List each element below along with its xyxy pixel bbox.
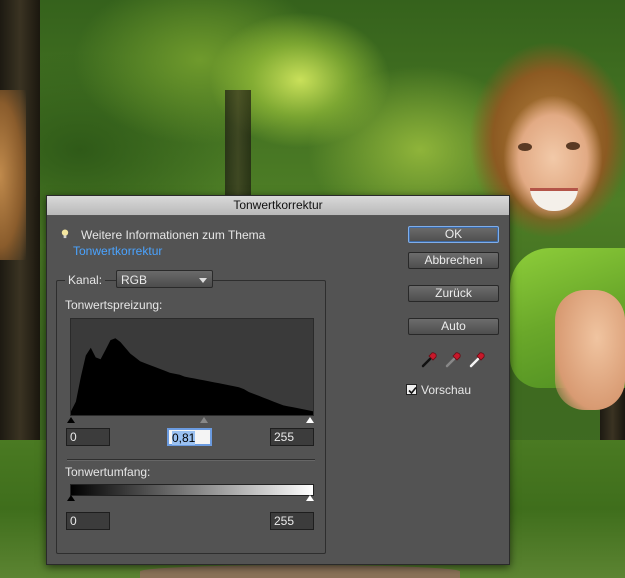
path <box>140 565 460 578</box>
checkmark-icon <box>408 386 417 395</box>
lightbulb-icon <box>61 229 69 239</box>
child-hair-left <box>0 90 26 260</box>
input-white-slider[interactable] <box>306 417 314 423</box>
output-black-slider[interactable] <box>67 495 75 501</box>
gray-eyedropper-icon[interactable] <box>444 351 462 369</box>
histogram <box>70 318 314 416</box>
channel-select-value: RGB <box>121 273 148 287</box>
tree-trunk-center <box>225 90 251 210</box>
chevron-down-icon <box>199 278 207 283</box>
output-white-field[interactable]: 255 <box>270 512 314 530</box>
preview-label[interactable]: Vorschau <box>421 383 471 397</box>
output-white-slider[interactable] <box>306 495 314 501</box>
input-gamma-value: 0,81 <box>172 431 196 445</box>
channel-label: Kanal: <box>65 273 106 287</box>
histogram-area <box>71 338 313 415</box>
levels-group: Kanal: RGB Tonwertspreizung: 0 0,81 255 … <box>56 270 326 554</box>
channel-select[interactable]: RGB <box>116 270 213 288</box>
input-black-field[interactable]: 0 <box>66 428 110 446</box>
divider <box>67 459 315 461</box>
cancel-button[interactable]: Abbrechen <box>408 252 499 269</box>
child-eye-right <box>566 142 580 150</box>
levels-dialog: Tonwertkorrektur Weitere Informationen z… <box>46 195 510 565</box>
auto-button[interactable]: Auto <box>408 318 499 335</box>
child-arm <box>555 290 625 410</box>
input-black-slider[interactable] <box>67 417 75 423</box>
preview-checkbox[interactable] <box>406 384 417 395</box>
ok-button[interactable]: OK <box>408 226 499 243</box>
input-levels-label: Tonwertspreizung: <box>65 298 163 312</box>
output-gradient <box>70 484 314 496</box>
reset-button[interactable]: Zurück <box>408 285 499 302</box>
help-link[interactable]: Tonwertkorrektur <box>73 244 162 258</box>
input-gamma-slider[interactable] <box>200 417 208 423</box>
input-gamma-field[interactable]: 0,81 <box>167 428 212 446</box>
child-eye-left <box>518 143 532 151</box>
output-black-field[interactable]: 0 <box>66 512 110 530</box>
input-white-field[interactable]: 255 <box>270 428 314 446</box>
white-eyedropper-icon[interactable] <box>468 351 486 369</box>
dialog-title[interactable]: Tonwertkorrektur <box>47 196 509 216</box>
info-text: Weitere Informationen zum Thema <box>81 228 266 242</box>
output-levels-label: Tonwertumfang: <box>65 465 151 479</box>
black-eyedropper-icon[interactable] <box>420 351 438 369</box>
histogram-graph <box>71 338 313 415</box>
